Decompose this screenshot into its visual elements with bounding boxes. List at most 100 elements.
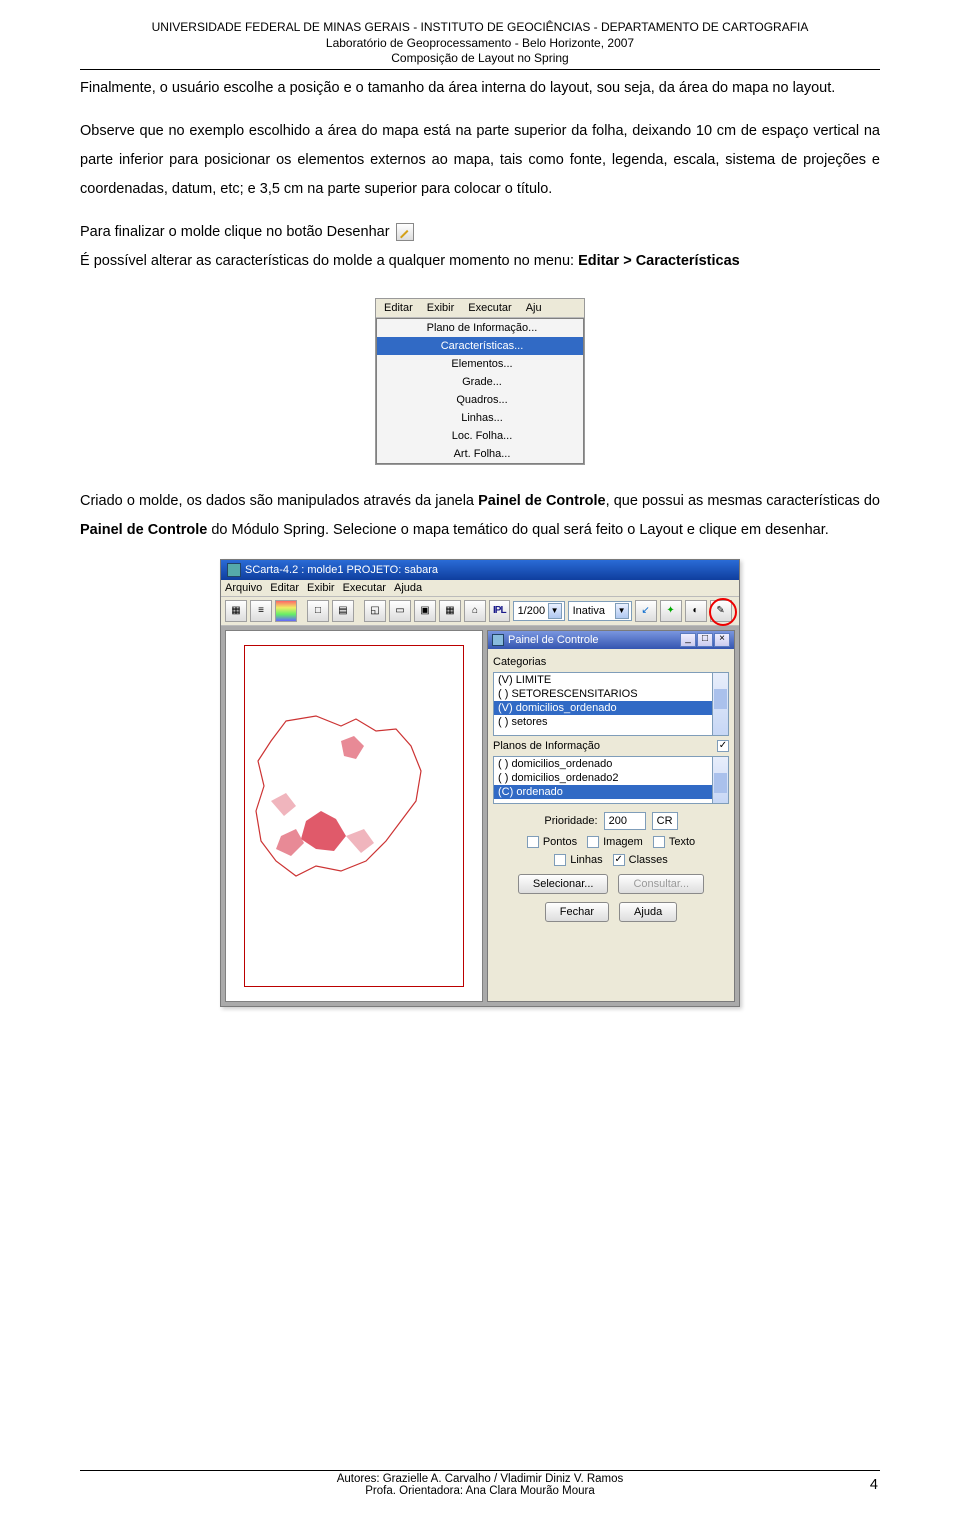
map-canvas[interactable] [225, 630, 483, 1002]
chk-linhas[interactable] [554, 854, 566, 866]
toolbar-draw-button[interactable]: ✎ [710, 600, 732, 622]
menu-item-linhas[interactable]: Linhas... [377, 409, 583, 427]
zoom-select[interactable]: 1/200 ▼ [513, 601, 565, 621]
menu-item-grade[interactable]: Grade... [377, 373, 583, 391]
categorias-list[interactable]: (V) LIMITE ( ) SETORESCENSITARIOS (V) do… [493, 672, 729, 736]
pi-list[interactable]: ( ) domicilios_ordenado ( ) domicilios_o… [493, 756, 729, 804]
cursor-value: Inativa [573, 605, 605, 617]
chk-texto[interactable] [653, 836, 665, 848]
paragraph-4-mid: , que possui as mesmas características d… [606, 493, 880, 509]
prioridade-input[interactable]: 200 [604, 812, 646, 830]
scarta-titlebar: SCarta-4.2 : molde1 PROJETO: sabara [221, 560, 739, 580]
consultar-button[interactable]: Consultar... [618, 874, 704, 894]
chk-classes-label: Classes [629, 854, 668, 866]
page-footer: Autores: Grazielle A. Carvalho / Vladimi… [80, 1470, 880, 1497]
toolbar-btn-1[interactable]: ▦ [225, 600, 247, 622]
maximize-button[interactable]: □ [697, 633, 713, 647]
menu-bar-exibir[interactable]: Exibir [423, 301, 459, 315]
pencil-icon [396, 223, 414, 241]
menubar-arquivo[interactable]: Arquivo [225, 582, 262, 594]
chk-texto-label: Texto [669, 836, 695, 848]
ajuda-button[interactable]: Ajuda [619, 902, 677, 922]
menu-item-locfolha[interactable]: Loc. Folha... [377, 427, 583, 445]
toolbar-btn-3[interactable] [275, 600, 297, 622]
paragraph-3b-pre: É possível alterar as características do… [80, 253, 578, 269]
paragraph-3b-bold: Editar > Características [578, 253, 740, 269]
cr-button[interactable]: CR [652, 812, 678, 830]
fechar-button[interactable]: Fechar [545, 902, 609, 922]
list-item[interactable]: (V) domicilios_ordenado [494, 701, 728, 715]
editar-menu-screenshot: Editar Exibir Executar Aju Plano de Info… [375, 298, 585, 465]
toolbar-btn-9[interactable]: ▦ [439, 600, 461, 622]
paragraph-4-mid2: do Módulo Spring. Selecione o mapa temát… [207, 522, 828, 538]
menubar-executar[interactable]: Executar [343, 582, 386, 594]
selecionar-button[interactable]: Selecionar... [518, 874, 609, 894]
cursor-select[interactable]: Inativa ▼ [568, 601, 632, 621]
editar-dropdown: Plano de Informação... Características..… [376, 318, 584, 464]
chk-imagem-label: Imagem [603, 836, 643, 848]
page-header: UNIVERSIDADE FEDERAL DE MINAS GERAIS - I… [80, 20, 880, 67]
scrollbar[interactable] [712, 757, 728, 803]
panel-body: Categorias (V) LIMITE ( ) SETORESCENSITA… [488, 649, 734, 927]
chk-pontos[interactable] [527, 836, 539, 848]
list-item[interactable]: ( ) SETORESCENSITARIOS [494, 687, 728, 701]
paragraph-3: Para finalizar o molde clique no botão D… [80, 218, 880, 276]
panel-icon [492, 634, 504, 646]
toolbar-btn-2[interactable]: ≡ [250, 600, 272, 622]
menu-bar-ajuda[interactable]: Aju [522, 301, 546, 315]
close-button[interactable]: × [714, 633, 730, 647]
chevron-down-icon: ▼ [615, 603, 629, 619]
list-item[interactable]: (C) ordenado [494, 785, 728, 799]
toolbar-btn-ipl[interactable]: IPL [489, 600, 510, 622]
chk-pontos-label: Pontos [543, 836, 577, 848]
toolbar-btn-8[interactable]: ▣ [414, 600, 436, 622]
thematic-map-shape [246, 701, 446, 901]
list-item[interactable]: ( ) setores [494, 715, 728, 729]
scarta-menubar: Arquivo Editar Exibir Executar Ajuda [221, 580, 739, 597]
menu-item-caracteristicas[interactable]: Características... [377, 337, 583, 355]
chk-linhas-label: Linhas [570, 854, 602, 866]
list-item[interactable]: ( ) domicilios_ordenado2 [494, 771, 728, 785]
header-line-2: Laboratório de Geoprocessamento - Belo H… [80, 36, 880, 52]
document-page: UNIVERSIDADE FEDERAL DE MINAS GERAIS - I… [0, 0, 960, 1519]
toolbar-btn-4[interactable]: □ [307, 600, 329, 622]
toolbar-btn-11[interactable]: ↙ [635, 600, 657, 622]
paragraph-4-pre: Criado o molde, os dados são manipulados… [80, 493, 478, 509]
footer-authors: Autores: Grazielle A. Carvalho / Vladimi… [80, 1473, 880, 1485]
header-rule [80, 69, 880, 70]
paragraph-1: Finalmente, o usuário escolhe a posição … [80, 74, 880, 103]
menubar-exibir[interactable]: Exibir [307, 582, 335, 594]
footer-supervisor: Profa. Orientadora: Ana Clara Mourão Mou… [80, 1485, 880, 1497]
list-item[interactable]: (V) LIMITE [494, 673, 728, 687]
list-item[interactable]: ( ) domicilios_ordenado [494, 757, 728, 771]
menubar-editar[interactable]: Editar [270, 582, 299, 594]
toolbar-btn-6[interactable]: ◱ [364, 600, 386, 622]
menu-item-artfolha[interactable]: Art. Folha... [377, 445, 583, 463]
scrollbar[interactable] [712, 673, 728, 735]
menu-item-elementos[interactable]: Elementos... [377, 355, 583, 373]
chk-classes[interactable] [613, 854, 625, 866]
toolbar-btn-10[interactable]: ⌂ [464, 600, 486, 622]
toolbar-btn-5[interactable]: ▤ [332, 600, 354, 622]
toolbar-btn-12[interactable]: ✦ [660, 600, 682, 622]
header-line-1: UNIVERSIDADE FEDERAL DE MINAS GERAIS - I… [80, 20, 880, 36]
menu-item-plano[interactable]: Plano de Informação... [377, 319, 583, 337]
toolbar-btn-13[interactable]: ◐ [685, 600, 707, 622]
prioridade-label: Prioridade: [544, 815, 597, 827]
chevron-down-icon: ▼ [548, 603, 562, 619]
minimize-button[interactable]: _ [680, 633, 696, 647]
menu-bar-executar[interactable]: Executar [464, 301, 515, 315]
chk-imagem[interactable] [587, 836, 599, 848]
menubar-ajuda[interactable]: Ajuda [394, 582, 422, 594]
paragraph-3a: Para finalizar o molde clique no botão D… [80, 224, 390, 240]
pi-checkbox[interactable] [717, 740, 729, 752]
scarta-title-text: SCarta-4.2 : molde1 PROJETO: sabara [245, 564, 438, 576]
menu-bar-editar[interactable]: Editar [380, 301, 417, 315]
menu-item-quadros[interactable]: Quadros... [377, 391, 583, 409]
app-icon [227, 563, 241, 577]
scarta-toolbar: ▦ ≡ □ ▤ ◱ ▭ ▣ ▦ ⌂ IPL 1/200 ▼ Inativa ▼ … [221, 597, 739, 626]
scarta-body: Painel de Controle _ □ × Categorias (V) … [221, 626, 739, 1006]
paragraph-4: Criado o molde, os dados são manipulados… [80, 487, 880, 545]
header-line-3: Composição de Layout no Spring [80, 51, 880, 67]
toolbar-btn-7[interactable]: ▭ [389, 600, 411, 622]
